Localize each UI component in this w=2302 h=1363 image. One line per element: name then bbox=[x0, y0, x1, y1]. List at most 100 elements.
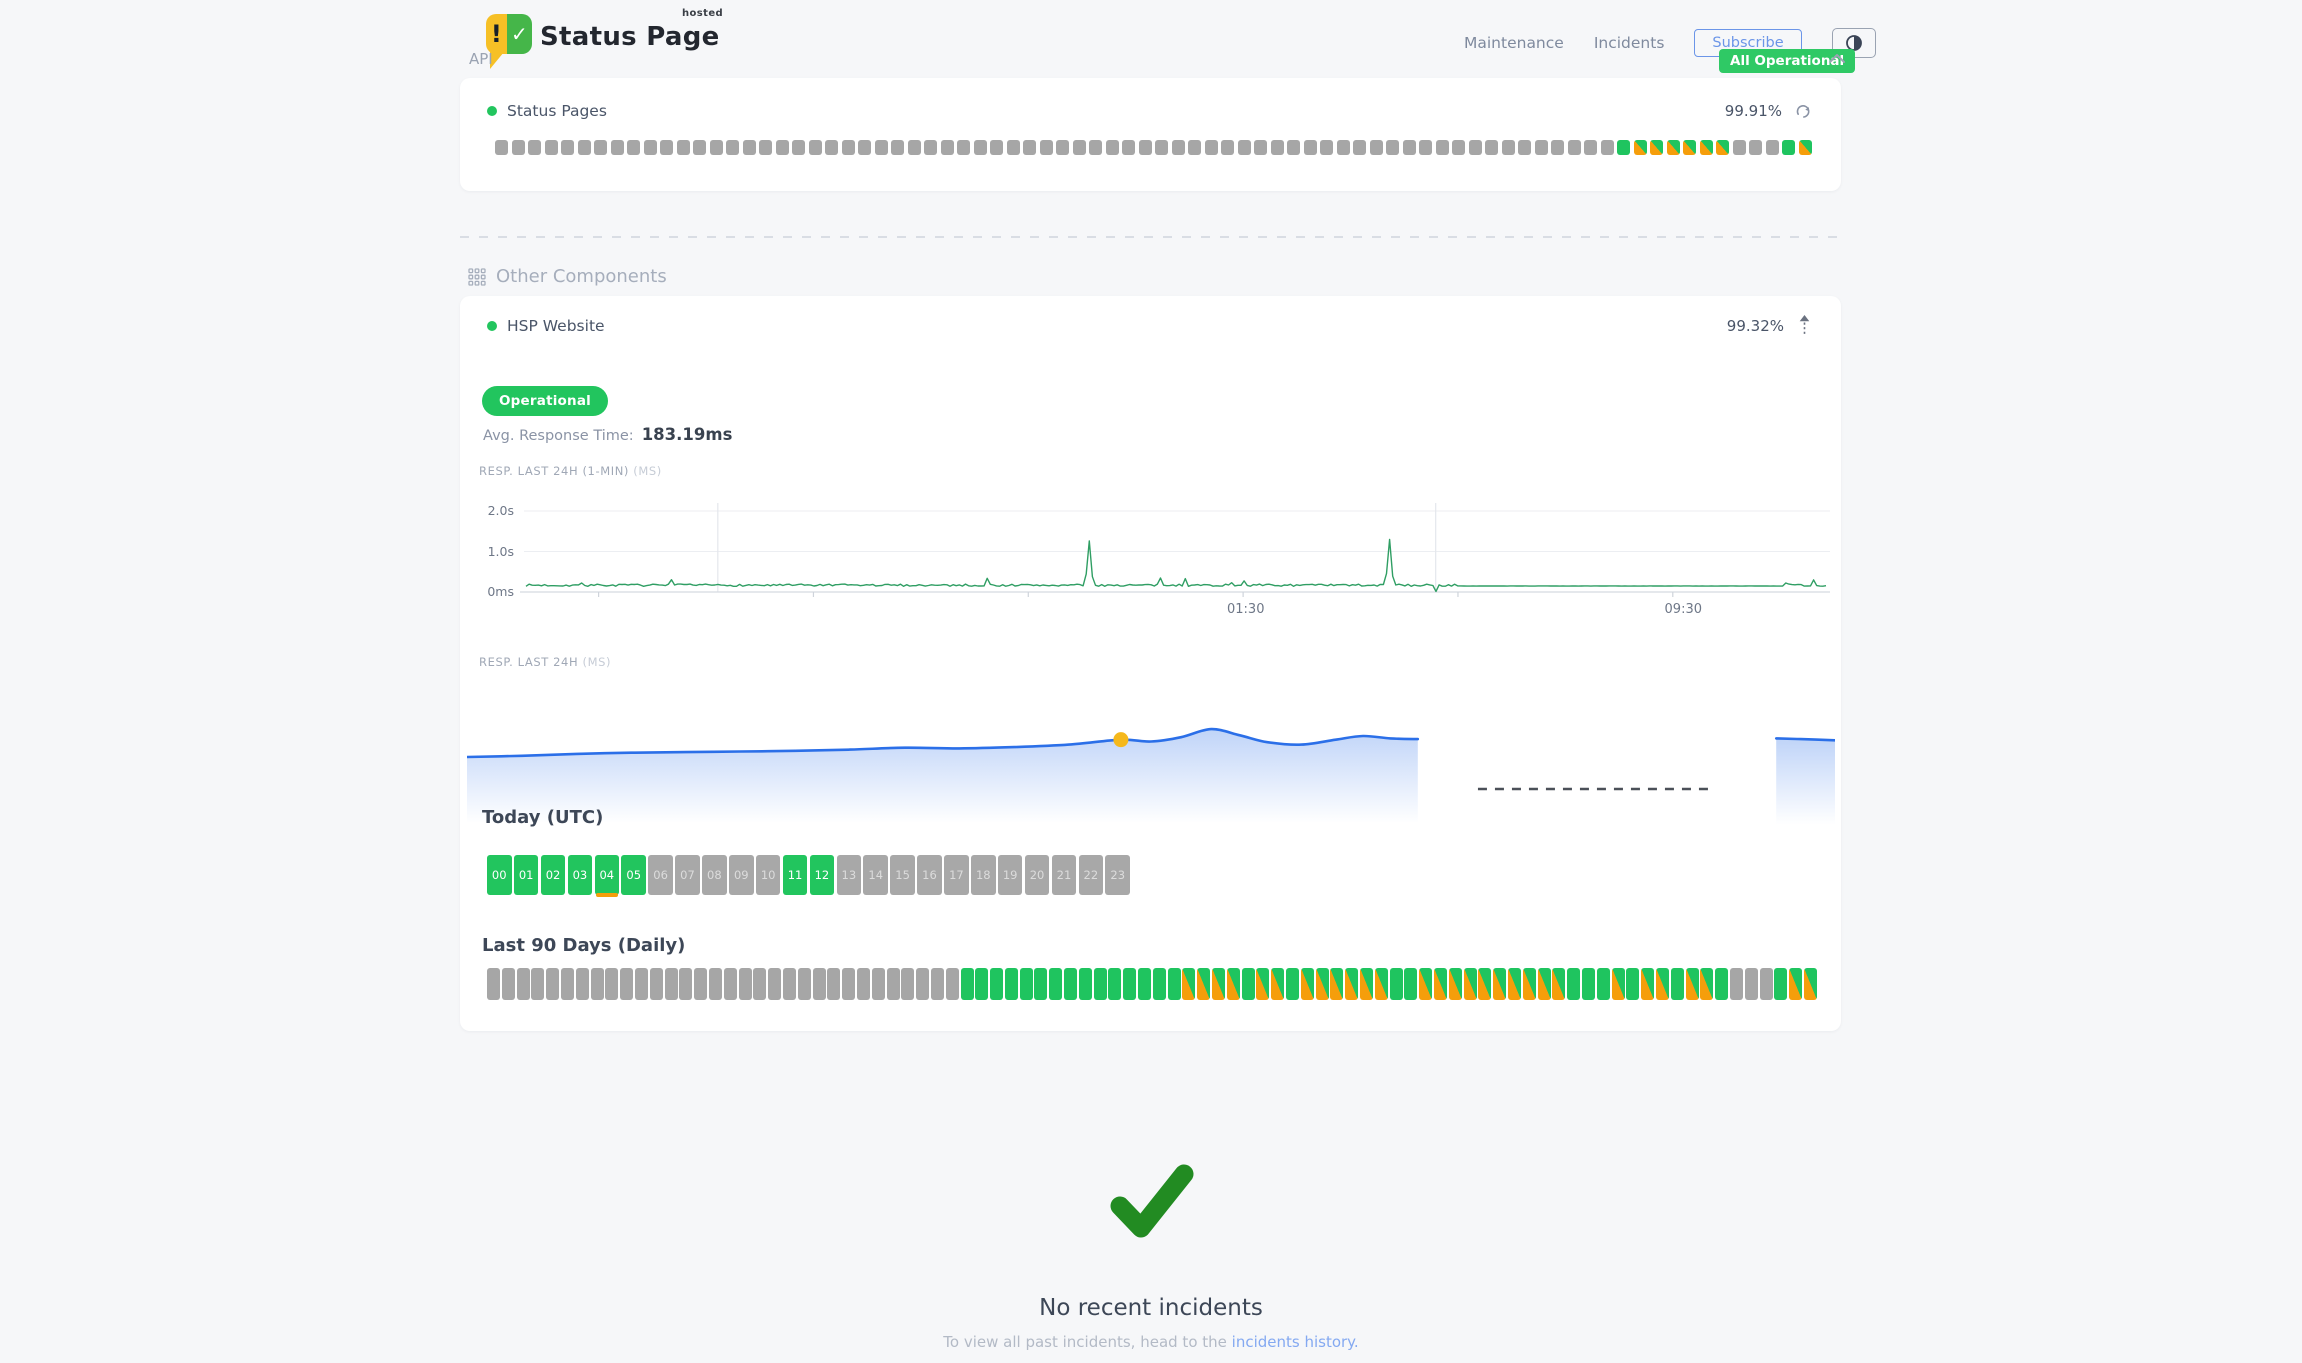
day-block-no-data[interactable] bbox=[679, 968, 692, 1000]
hour-block-15[interactable]: 15 bbox=[890, 855, 915, 895]
day-block-partial-degraded[interactable] bbox=[1316, 968, 1329, 1000]
hour-block-03[interactable]: 03 bbox=[568, 855, 593, 895]
uptime-block-no-data[interactable] bbox=[1172, 140, 1185, 155]
day-block-partial-degraded[interactable] bbox=[1419, 968, 1432, 1000]
response-time-line-chart[interactable] bbox=[520, 500, 1830, 630]
hour-block-05[interactable]: 05 bbox=[621, 855, 646, 895]
day-block-no-data[interactable] bbox=[487, 968, 500, 1000]
uptime-block-no-data[interactable] bbox=[1007, 140, 1020, 155]
uptime-block-operational[interactable] bbox=[1782, 140, 1795, 155]
day-block-no-data[interactable] bbox=[502, 968, 515, 1000]
day-block-operational[interactable] bbox=[1020, 968, 1033, 1000]
uptime-block-no-data[interactable] bbox=[1155, 140, 1168, 155]
day-block-operational[interactable] bbox=[1597, 968, 1610, 1000]
uptime-block-no-data[interactable] bbox=[1106, 140, 1119, 155]
day-block-no-data[interactable] bbox=[531, 968, 544, 1000]
uptime-block-no-data[interactable] bbox=[792, 140, 805, 155]
uptime-block-partial-degraded[interactable] bbox=[1799, 140, 1812, 155]
day-block-operational[interactable] bbox=[1390, 968, 1403, 1000]
uptime-block-no-data[interactable] bbox=[1238, 140, 1251, 155]
day-block-no-data[interactable] bbox=[798, 968, 811, 1000]
uptime-block-no-data[interactable] bbox=[1518, 140, 1531, 155]
day-block-operational[interactable] bbox=[1582, 968, 1595, 1000]
day-block-operational[interactable] bbox=[1064, 968, 1077, 1000]
day-block-partial-degraded[interactable] bbox=[1449, 968, 1462, 1000]
uptime-block-no-data[interactable] bbox=[1040, 140, 1053, 155]
uptime-block-no-data[interactable] bbox=[1271, 140, 1284, 155]
day-block-partial-degraded[interactable] bbox=[1789, 968, 1802, 1000]
day-block-partial-degraded[interactable] bbox=[1641, 968, 1654, 1000]
uptime-block-no-data[interactable] bbox=[842, 140, 855, 155]
uptime-block-no-data[interactable] bbox=[611, 140, 624, 155]
uptime-block-partial-degraded[interactable] bbox=[1683, 140, 1696, 155]
logo[interactable]: ! ✓ Status Page hosted bbox=[486, 12, 746, 68]
uptime-block-no-data[interactable] bbox=[1254, 140, 1267, 155]
uptime-block-no-data[interactable] bbox=[825, 140, 838, 155]
uptime-block-no-data[interactable] bbox=[908, 140, 921, 155]
hour-block-18[interactable]: 18 bbox=[971, 855, 996, 895]
day-block-no-data[interactable] bbox=[709, 968, 722, 1000]
uptime-block-no-data[interactable] bbox=[1370, 140, 1383, 155]
uptime-block-no-data[interactable] bbox=[1601, 140, 1614, 155]
uptime-block-no-data[interactable] bbox=[743, 140, 756, 155]
response-time-area-chart[interactable] bbox=[467, 690, 1835, 840]
uptime-block-no-data[interactable] bbox=[990, 140, 1003, 155]
day-block-no-data[interactable] bbox=[650, 968, 663, 1000]
day-block-partial-degraded[interactable] bbox=[1686, 968, 1699, 1000]
uptime-block-no-data[interactable] bbox=[726, 140, 739, 155]
day-block-partial-degraded[interactable] bbox=[1330, 968, 1343, 1000]
day-block-partial-degraded[interactable] bbox=[1271, 968, 1284, 1000]
hour-block-00[interactable]: 00 bbox=[487, 855, 512, 895]
day-block-operational[interactable] bbox=[1567, 968, 1580, 1000]
day-block-partial-degraded[interactable] bbox=[1478, 968, 1491, 1000]
uptime-block-partial-degraded[interactable] bbox=[1716, 140, 1729, 155]
uptime-block-no-data[interactable] bbox=[1320, 140, 1333, 155]
day-block-operational[interactable] bbox=[975, 968, 988, 1000]
uptime-block-no-data[interactable] bbox=[1287, 140, 1300, 155]
hour-block-01[interactable]: 01 bbox=[514, 855, 539, 895]
hour-block-20[interactable]: 20 bbox=[1025, 855, 1050, 895]
uptime-block-no-data[interactable] bbox=[693, 140, 706, 155]
day-block-partial-degraded[interactable] bbox=[1345, 968, 1358, 1000]
day-block-partial-degraded[interactable] bbox=[1360, 968, 1373, 1000]
hour-block-14[interactable]: 14 bbox=[863, 855, 888, 895]
hour-block-21[interactable]: 21 bbox=[1052, 855, 1077, 895]
hour-block-02[interactable]: 02 bbox=[541, 855, 566, 895]
day-block-no-data[interactable] bbox=[813, 968, 826, 1000]
uptime-block-no-data[interactable] bbox=[1122, 140, 1135, 155]
day-block-no-data[interactable] bbox=[872, 968, 885, 1000]
uptime-block-no-data[interactable] bbox=[875, 140, 888, 155]
day-block-no-data[interactable] bbox=[1730, 968, 1743, 1000]
day-block-partial-degraded[interactable] bbox=[1212, 968, 1225, 1000]
uptime-block-no-data[interactable] bbox=[1469, 140, 1482, 155]
day-block-no-data[interactable] bbox=[561, 968, 574, 1000]
uptime-block-no-data[interactable] bbox=[776, 140, 789, 155]
uptime-block-partial-degraded[interactable] bbox=[1634, 140, 1647, 155]
day-block-operational[interactable] bbox=[1168, 968, 1181, 1000]
uptime-block-no-data[interactable] bbox=[1452, 140, 1465, 155]
day-block-partial-degraded[interactable] bbox=[1804, 968, 1817, 1000]
uptime-block-no-data[interactable] bbox=[660, 140, 673, 155]
day-block-no-data[interactable] bbox=[901, 968, 914, 1000]
day-block-partial-degraded[interactable] bbox=[1182, 968, 1195, 1000]
uptime-block-no-data[interactable] bbox=[1023, 140, 1036, 155]
uptime-block-no-data[interactable] bbox=[1089, 140, 1102, 155]
day-block-partial-degraded[interactable] bbox=[1434, 968, 1447, 1000]
uptime-block-no-data[interactable] bbox=[644, 140, 657, 155]
uptime-block-no-data[interactable] bbox=[759, 140, 772, 155]
day-block-operational[interactable] bbox=[961, 968, 974, 1000]
uptime-block-no-data[interactable] bbox=[1568, 140, 1581, 155]
uptime-block-no-data[interactable] bbox=[1535, 140, 1548, 155]
day-block-no-data[interactable] bbox=[768, 968, 781, 1000]
day-block-operational[interactable] bbox=[1404, 968, 1417, 1000]
day-block-no-data[interactable] bbox=[694, 968, 707, 1000]
day-block-partial-degraded[interactable] bbox=[1493, 968, 1506, 1000]
day-block-operational[interactable] bbox=[1049, 968, 1062, 1000]
hour-block-22[interactable]: 22 bbox=[1079, 855, 1104, 895]
uptime-block-no-data[interactable] bbox=[1221, 140, 1234, 155]
day-block-partial-degraded[interactable] bbox=[1197, 968, 1210, 1000]
day-block-operational[interactable] bbox=[1626, 968, 1639, 1000]
uptime-block-no-data[interactable] bbox=[1139, 140, 1152, 155]
uptime-block-no-data[interactable] bbox=[1337, 140, 1350, 155]
uptime-block-no-data[interactable] bbox=[891, 140, 904, 155]
